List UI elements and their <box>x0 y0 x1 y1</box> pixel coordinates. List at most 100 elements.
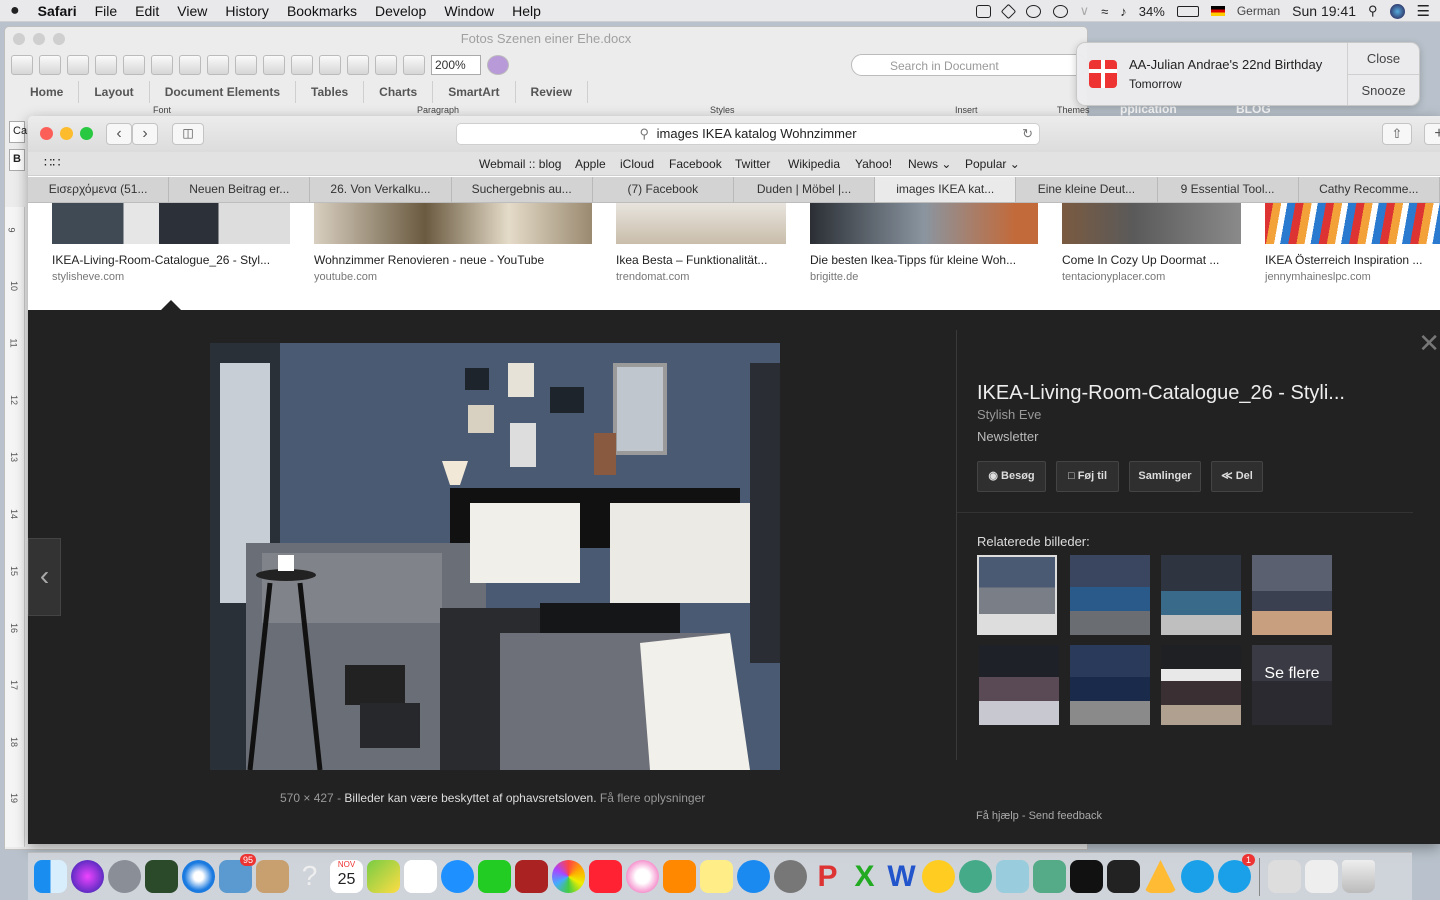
dropbox-icon[interactable] <box>1000 3 1016 19</box>
tab-neuen-beitrag[interactable]: Neuen Beitrag er... <box>169 177 311 202</box>
result-thumbnail[interactable] <box>52 203 290 244</box>
tab-suchergebnis[interactable]: Suchergebnis au... <box>452 177 593 202</box>
sidebar-toggle-button[interactable]: ◫ <box>172 123 204 145</box>
safari-minimize-button[interactable] <box>60 127 73 140</box>
close-viewer-icon[interactable]: ✕ <box>1418 328 1440 359</box>
new-document-icon[interactable] <box>11 55 33 75</box>
time-machine-icon[interactable] <box>1052 4 1068 18</box>
pilcrow-icon[interactable] <box>319 55 341 75</box>
calendar-notification[interactable]: AA-Julian Andrae's 22nd Birthday Tomorro… <box>1076 42 1420 106</box>
ribbon-tab-review[interactable]: Review <box>516 81 588 103</box>
documents-stack-icon[interactable] <box>1305 860 1338 893</box>
ribbon-tab-tables[interactable]: Tables <box>296 81 365 103</box>
share-button[interactable]: ≪ Del <box>1211 461 1263 492</box>
ibooks-icon[interactable] <box>663 860 696 893</box>
calendar-icon[interactable]: NOV 25 <box>330 860 363 893</box>
more-info-link[interactable]: Få flere oplysninger <box>600 791 705 805</box>
copy-icon[interactable] <box>179 55 201 75</box>
result-item[interactable]: Ikea Besta – Funktionalität... trendomat… <box>616 203 786 283</box>
ribbon-tab-layout[interactable]: Layout <box>79 81 150 103</box>
see-more-tile[interactable]: Se flere <box>1252 645 1332 725</box>
status-check-icon[interactable] <box>975 4 991 18</box>
result-item[interactable]: Die besten Ikea-Tipps für kleine Woh... … <box>810 203 1038 283</box>
network-globe-icon[interactable] <box>959 860 992 893</box>
siri-icon[interactable] <box>1389 3 1405 19</box>
related-image[interactable] <box>1070 555 1150 635</box>
result-title[interactable]: Come In Cozy Up Doormat ... <box>1062 253 1241 267</box>
itunes-icon[interactable] <box>626 860 659 893</box>
preview-icon[interactable] <box>996 860 1029 893</box>
apps-grid-icon[interactable]: ∷∷ <box>44 155 61 171</box>
paste-icon[interactable] <box>207 55 229 75</box>
notification-center-icon[interactable]: ☰ <box>1417 2 1430 20</box>
result-title[interactable]: IKEA Österreich Inspiration ... <box>1265 253 1440 267</box>
menu-bookmarks[interactable]: Bookmarks <box>287 3 357 19</box>
menu-develop[interactable]: Develop <box>375 3 426 19</box>
ribbon-tab-charts[interactable]: Charts <box>364 81 434 103</box>
word-icon[interactable]: W <box>885 860 918 893</box>
contacts-icon[interactable] <box>256 860 289 893</box>
mission-control-icon[interactable] <box>145 860 178 893</box>
input-language[interactable]: German <box>1237 4 1280 18</box>
share-button[interactable]: ⇧ <box>1382 123 1412 145</box>
save-button[interactable]: □ Føj til <box>1056 461 1119 492</box>
address-bar[interactable]: ⚲ images IKEA katalog Wohnzimmer ↻ <box>456 123 1040 145</box>
forward-button[interactable]: › <box>132 123 158 145</box>
favorite-webmail[interactable]: Webmail :: blog <box>479 157 561 171</box>
result-item[interactable]: Come In Cozy Up Doormat ... tentacionypl… <box>1062 203 1241 283</box>
result-title[interactable]: IKEA-Living-Room-Catalogue_26 - Styl... <box>52 253 290 267</box>
open-icon[interactable] <box>67 55 89 75</box>
safari-zoom-button[interactable] <box>80 127 93 140</box>
menu-edit[interactable]: Edit <box>135 3 159 19</box>
redo-icon[interactable] <box>291 55 313 75</box>
mail-app-icon[interactable]: 95 <box>219 854 256 893</box>
favorite-news[interactable]: News ⌄ <box>908 157 951 171</box>
safari-close-button[interactable] <box>40 127 53 140</box>
result-item[interactable]: IKEA Österreich Inspiration ... jennymha… <box>1265 203 1440 283</box>
result-thumbnail[interactable] <box>314 203 592 244</box>
menu-file[interactable]: File <box>95 3 118 19</box>
photos-icon[interactable] <box>552 860 585 893</box>
tab-duden[interactable]: Duden | Möbel |... <box>734 177 876 202</box>
word-search-input[interactable]: Search in Document <box>851 54 1087 76</box>
reload-icon[interactable]: ↻ <box>1022 124 1033 144</box>
photo-booth-icon[interactable] <box>515 860 548 893</box>
previous-image-button[interactable]: ‹ <box>28 538 61 616</box>
battery-percent[interactable]: 34% <box>1139 4 1165 19</box>
result-title[interactable]: Die besten Ikea-Tipps für kleine Woh... <box>810 253 1038 267</box>
result-item[interactable]: IKEA-Living-Room-Catalogue_26 - Styl... … <box>52 203 290 283</box>
tab-images-ikea[interactable]: images IKEA kat... <box>875 177 1017 202</box>
skype-icon[interactable] <box>1181 860 1214 893</box>
app-store-icon[interactable] <box>737 860 770 893</box>
viewer-source[interactable]: Stylish Eve <box>977 407 1041 422</box>
clock[interactable]: Sun 19:41 <box>1292 3 1356 19</box>
facetime-icon[interactable] <box>478 860 511 893</box>
media-icon[interactable] <box>403 55 425 75</box>
save-icon[interactable] <box>95 55 117 75</box>
result-item[interactable]: Wohnzimmer Renovieren - neue - YouTube y… <box>314 203 592 283</box>
help-link[interactable]: Få hjælp <box>976 810 1019 822</box>
safari-app-icon[interactable] <box>182 860 215 893</box>
outlook-icon[interactable] <box>922 860 955 893</box>
favorite-icloud[interactable]: iCloud <box>620 157 654 171</box>
downloads-stack-icon[interactable] <box>1268 860 1301 893</box>
favorite-facebook[interactable]: Facebook <box>669 157 722 171</box>
skype-second-icon[interactable]: 1 <box>1218 854 1255 893</box>
menu-app-safari[interactable]: Safari <box>38 3 77 19</box>
battery-icon[interactable] <box>1176 5 1199 17</box>
result-title[interactable]: Ikea Besta – Funktionalität... <box>616 253 786 267</box>
help-question-icon[interactable]: ? <box>293 860 326 893</box>
tab-verkalku[interactable]: 26. Von Verkalku... <box>310 177 452 202</box>
sidebar-icon[interactable] <box>347 55 369 75</box>
menu-view[interactable]: View <box>177 3 207 19</box>
volume-icon[interactable]: ♪ <box>1120 4 1127 19</box>
excel-icon[interactable]: X <box>848 860 881 893</box>
status-speech-icon[interactable] <box>1025 4 1041 18</box>
help-icon[interactable] <box>487 55 509 75</box>
tab-facebook[interactable]: (7) Facebook <box>593 177 734 202</box>
result-thumbnail[interactable] <box>1062 203 1241 244</box>
german-flag-icon[interactable] <box>1210 6 1225 16</box>
collections-button[interactable]: Samlinger <box>1129 461 1201 492</box>
result-title[interactable]: Wohnzimmer Renovieren - neue - YouTube <box>314 253 592 267</box>
favorite-wikipedia[interactable]: Wikipedia <box>788 157 840 171</box>
